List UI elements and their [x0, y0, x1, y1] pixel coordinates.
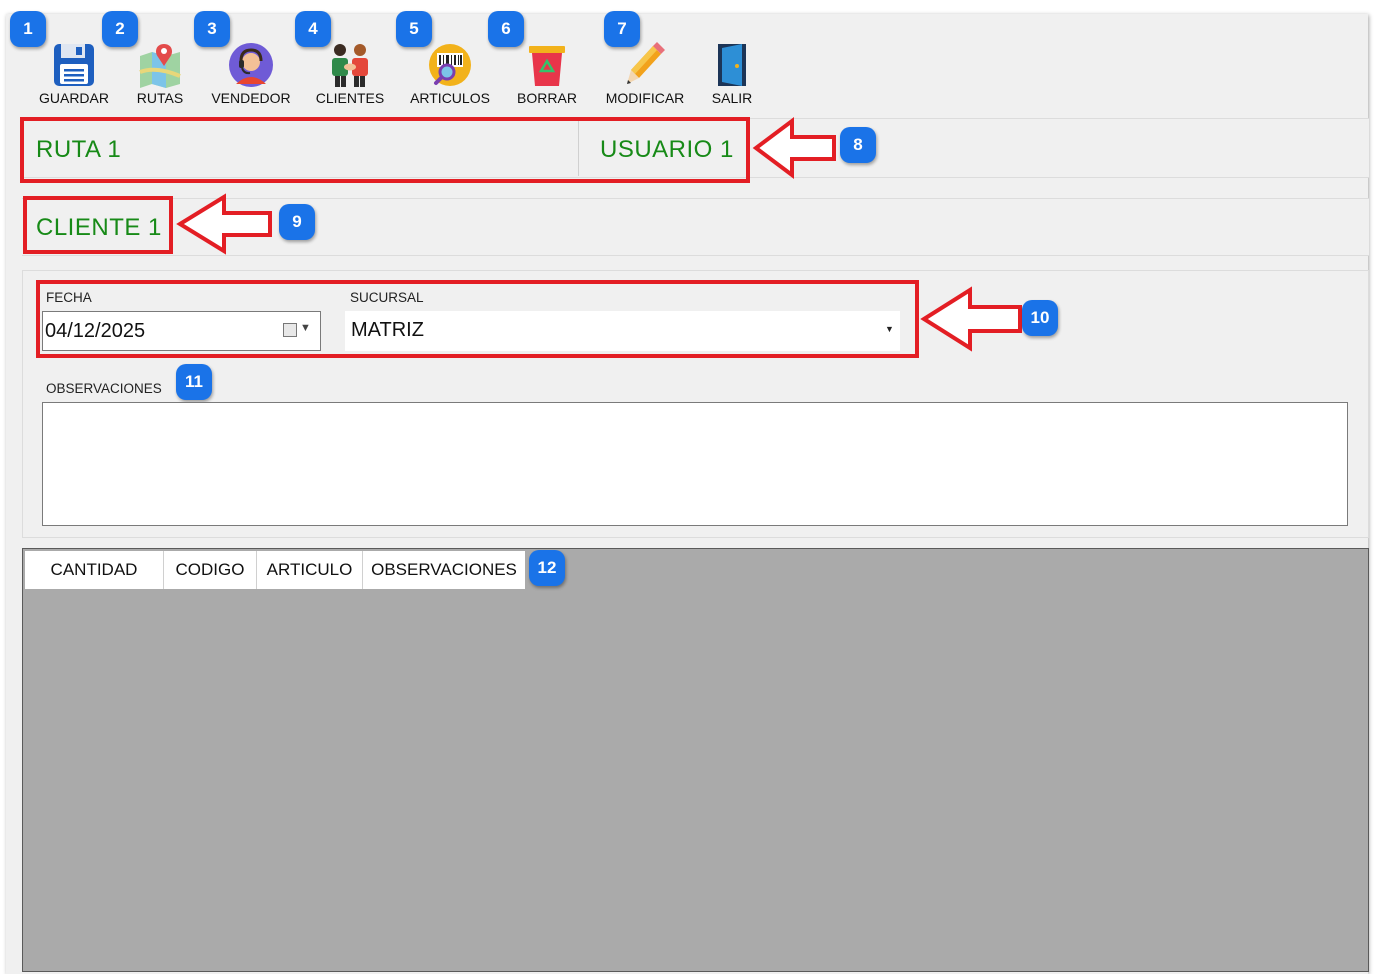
clients-label: CLIENTES	[315, 90, 385, 106]
salesperson-icon	[229, 43, 273, 87]
pencil-icon	[627, 42, 665, 84]
routes-button[interactable]: RUTAS	[130, 20, 190, 106]
callout-badge-7: 7	[604, 11, 640, 47]
handshake-icon	[332, 44, 368, 87]
articles-label: ARTICULOS	[410, 90, 490, 106]
map-pin-icon	[139, 44, 181, 88]
notes-label: OBSERVACIONES	[46, 381, 162, 396]
highlight-box-route-user	[20, 117, 750, 183]
column-header-notes[interactable]: OBSERVACIONES	[363, 551, 525, 589]
trash-bin-icon	[529, 46, 565, 86]
left-arrow-icon	[752, 117, 836, 179]
floppy-disk-icon	[54, 44, 94, 86]
callout-badge-2: 2	[102, 11, 138, 47]
callout-badge-1: 1	[10, 11, 46, 47]
callout-badge-10: 10	[1022, 300, 1058, 336]
exit-label: SALIR	[711, 90, 753, 106]
callout-badge-5: 5	[396, 11, 432, 47]
callout-badge-4: 4	[295, 11, 331, 47]
callout-badge-12: 12	[529, 550, 565, 586]
notes-textarea[interactable]	[42, 402, 1348, 526]
modify-label: MODIFICAR	[605, 90, 685, 106]
salesperson-label: VENDEDOR	[211, 90, 291, 106]
delete-label: BORRAR	[517, 90, 577, 106]
highlight-box-date-branch	[36, 280, 919, 358]
routes-label: RUTAS	[136, 90, 184, 106]
callout-badge-8: 8	[840, 127, 876, 163]
column-header-article[interactable]: ARTICULO	[257, 551, 363, 589]
exit-door-icon	[718, 44, 746, 86]
items-grid[interactable]: CANTIDAD CODIGO ARTICULO OBSERVACIONES	[22, 548, 1369, 972]
save-label: GUARDAR	[38, 90, 109, 106]
callout-badge-3: 3	[194, 11, 230, 47]
column-header-quantity[interactable]: CANTIDAD	[25, 551, 164, 589]
callout-badge-11: 11	[176, 364, 212, 400]
exit-button[interactable]: SALIR	[706, 20, 758, 106]
left-arrow-icon	[176, 193, 272, 255]
callout-badge-6: 6	[488, 11, 524, 47]
callout-badge-9: 9	[279, 204, 315, 240]
highlight-box-client	[23, 196, 173, 254]
left-arrow-icon	[920, 286, 1022, 352]
column-header-code[interactable]: CODIGO	[164, 551, 257, 589]
barcode-search-icon	[429, 44, 471, 86]
